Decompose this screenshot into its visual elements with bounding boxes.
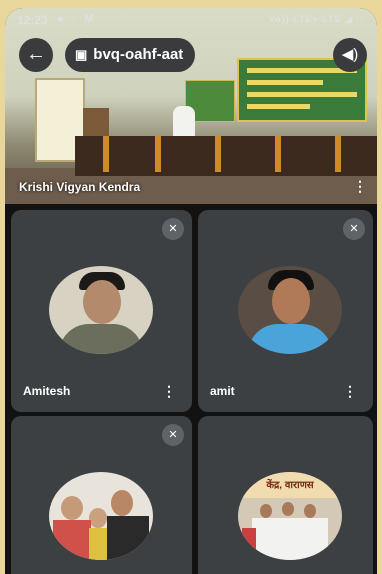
main-tile-menu-icon[interactable]: ⋮ <box>353 178 367 195</box>
main-video-tile[interactable]: 12:23 ● ○ M Vo)) LTE+ LTE ◢ □ ← ▣ bvq-oa… <box>5 8 377 204</box>
meet-call-screen: 12:23 ● ○ M Vo)) LTE+ LTE ◢ □ ← ▣ bvq-oa… <box>5 8 377 574</box>
participant-name: Amitesh <box>23 384 71 398</box>
avatar <box>49 472 153 560</box>
meeting-code: bvq-oahf-aat <box>93 46 184 63</box>
mic-off-icon: ✕ <box>162 424 184 446</box>
signal-icons: Vo)) LTE+ LTE ◢ □ <box>268 14 363 24</box>
scene-stage <box>75 136 377 176</box>
tile4-banner-text: केंद्र, वाराणस <box>266 480 314 491</box>
participant-tile-amit[interactable]: ✕ amit ⋮ <box>198 210 373 412</box>
mic-off-icon: ✕ <box>343 218 365 240</box>
participant-tile-amitesh[interactable]: ✕ Amitesh ⋮ <box>11 210 192 412</box>
audio-output-button[interactable]: ◀) <box>333 38 367 72</box>
scene-speaker <box>173 106 195 138</box>
avatar <box>49 266 153 354</box>
more-options-icon[interactable]: ⋮ <box>343 383 357 400</box>
tile4-banner: केंद्र, वाराणस <box>238 472 342 498</box>
avatar <box>238 266 342 354</box>
notification-icons: ● ○ M <box>57 13 96 25</box>
more-options-icon[interactable]: ⋮ <box>162 383 176 400</box>
participant-tile-3[interactable]: ✕ <box>11 416 192 574</box>
back-arrow-icon: ← <box>26 43 46 65</box>
participant-tile-4[interactable]: केंद्र, वाराणस <box>198 416 373 574</box>
speaker-icon: ◀) <box>341 46 359 63</box>
back-button[interactable]: ← <box>19 38 53 72</box>
meeting-code-chip[interactable]: ▣ bvq-oahf-aat <box>65 38 196 72</box>
avatar: केंद्र, वाराणस <box>238 472 342 560</box>
calendar-icon: ▣ <box>75 47 88 62</box>
mic-off-icon: ✕ <box>162 218 184 240</box>
status-bar: 12:23 ● ○ M Vo)) LTE+ LTE ◢ □ <box>5 8 377 32</box>
participant-name: amit <box>210 384 235 398</box>
main-participant-name: Krishi Vigyan Kendra <box>19 180 141 194</box>
status-time: 12:23 <box>17 13 48 27</box>
